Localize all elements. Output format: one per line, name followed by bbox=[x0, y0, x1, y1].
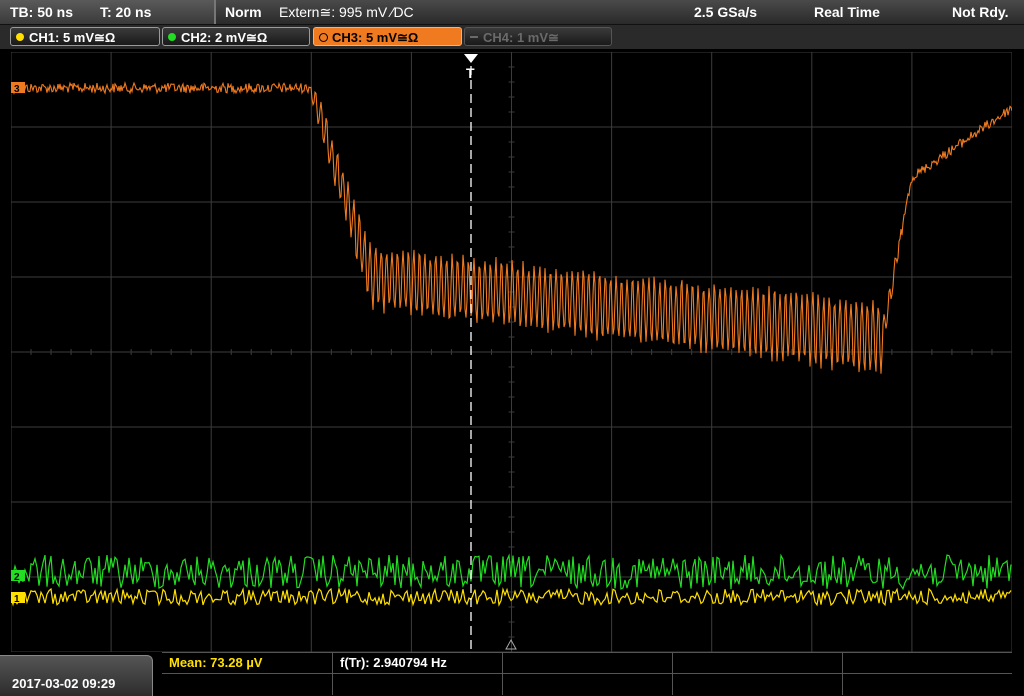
channel-1-label: CH1: 5 mV≅Ω bbox=[29, 30, 116, 45]
trigger-label: T bbox=[466, 65, 475, 81]
meas-divider-1 bbox=[332, 652, 333, 695]
acquisition-mode: Real Time bbox=[814, 4, 880, 20]
frequency-measurement: f(Tr): 2.940794 Hz bbox=[340, 655, 447, 670]
trigger-position-icon[interactable] bbox=[464, 54, 478, 63]
datetime-box: 2017-03-02 09:29 bbox=[0, 655, 153, 696]
waveform-display[interactable]: T 3 2 1 bbox=[10, 51, 1013, 653]
timebase-box[interactable]: TB: 50 ns T: 20 ns bbox=[0, 0, 216, 24]
channel-1-dot-icon bbox=[16, 33, 24, 41]
sample-rate: 2.5 GSa/s bbox=[694, 4, 758, 20]
channel-3-label: CH3: 5 mV≅Ω bbox=[332, 30, 419, 45]
channel-3-button[interactable]: CH3: 5 mV≅Ω bbox=[313, 27, 462, 46]
status-bar: TB: 50 ns T: 20 ns Norm Extern≅: 995 mV … bbox=[0, 0, 1024, 25]
channel-4-label: CH4: 1 mV≅ bbox=[483, 30, 559, 45]
channel-2-marker-label: 2 bbox=[14, 572, 20, 583]
channel-3-dot-icon bbox=[319, 33, 328, 42]
trigger-mode[interactable]: Norm bbox=[225, 4, 262, 20]
channel-2-button[interactable]: CH2: 2 mV≅Ω bbox=[162, 27, 310, 46]
channel-4-button[interactable]: CH4: 1 mV≅ bbox=[464, 27, 612, 46]
meas-divider-top bbox=[162, 652, 1012, 653]
channel-2-label: CH2: 2 mV≅Ω bbox=[181, 30, 268, 45]
measurement-panel[interactable]: Mean: 73.28 µV f(Tr): 2.940794 Hz bbox=[162, 652, 1012, 695]
meas-divider-mid bbox=[162, 673, 1012, 674]
timebase-value: TB: 50 ns bbox=[10, 4, 74, 20]
channel-1-marker-label: 1 bbox=[14, 594, 20, 605]
waveform-svg: T 3 2 1 bbox=[10, 51, 1013, 653]
channel-bar: CH1: 5 mV≅Ω CH2: 2 mV≅Ω CH3: 5 mV≅Ω CH4:… bbox=[0, 25, 1024, 49]
meas-divider-3 bbox=[672, 652, 673, 695]
channel-4-off-icon bbox=[470, 36, 478, 38]
meas-divider-4 bbox=[842, 652, 843, 695]
channel-2-dot-icon bbox=[168, 33, 176, 41]
mean-measurement: Mean: 73.28 µV bbox=[169, 655, 263, 670]
channel-3-marker-label: 3 bbox=[14, 84, 20, 95]
meas-divider-2 bbox=[502, 652, 503, 695]
trigger-source[interactable]: Extern≅: 995 mV ∕DC bbox=[279, 4, 414, 21]
trigger-state: Not Rdy. bbox=[952, 4, 1009, 20]
trigger-time-value: T: 20 ns bbox=[100, 4, 152, 20]
channel-1-button[interactable]: CH1: 5 mV≅Ω bbox=[10, 27, 160, 46]
datetime: 2017-03-02 09:29 bbox=[12, 676, 116, 691]
